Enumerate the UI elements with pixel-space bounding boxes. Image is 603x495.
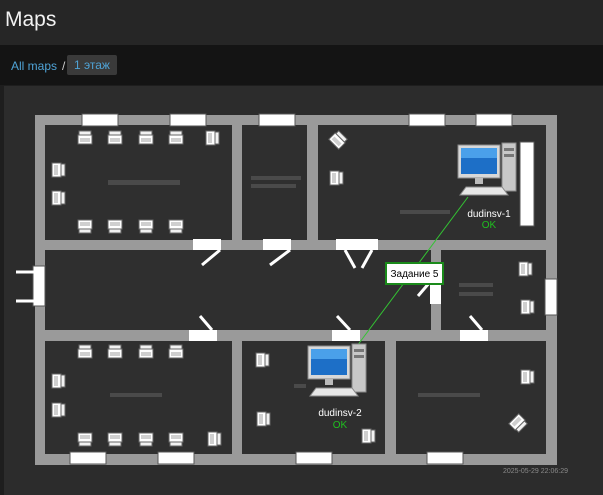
window [32,265,46,307]
room-label [294,384,306,388]
room-label [251,184,296,188]
room-label [108,180,180,185]
chair-icon [107,130,123,145]
chair-icon [205,130,220,146]
device-name-2: dudinsv-2 [318,408,362,419]
task-box[interactable]: Задание 5 [385,262,444,285]
chair-icon [168,432,184,447]
chair-icon [168,130,184,145]
chair-icon [329,170,344,186]
chair-icon [255,352,270,368]
chair-icon [138,344,154,359]
chair-icon [51,402,66,418]
room-label [459,283,493,287]
chair-icon [51,190,66,206]
room-label [251,176,301,180]
chair-icon [520,369,535,385]
chair-icon [256,411,271,427]
chair-icon [207,431,222,447]
chair-icon [168,219,184,234]
chair-icon [138,219,154,234]
room-top-small [242,125,307,240]
chair-icon [51,373,66,389]
entrance-door [16,270,34,303]
window [475,113,513,127]
map-timestamp: 2025-05-29 22:06:29 [503,468,568,475]
room-bottom-right [396,341,546,454]
computer-dudinsv-2[interactable] [307,343,367,397]
window [544,278,558,316]
chair-icon [138,432,154,447]
window [81,113,119,127]
chair-icon [138,130,154,145]
window [426,451,464,465]
chair-icon [51,162,66,178]
chair-icon [361,428,376,444]
window [408,113,446,127]
window [258,113,296,127]
task-label: Задание 5 [390,269,438,280]
chair-icon [107,432,123,447]
window [519,141,535,227]
floor-plan[interactable]: dudinsv-1 OK dudinsv-2 OK Задание 5 2025… [0,0,603,495]
window [295,451,333,465]
room-label [110,393,162,397]
room-label [400,210,450,214]
device-name-1: dudinsv-1 [467,209,511,220]
window [157,451,195,465]
corridor [45,250,431,330]
chair-icon [77,130,93,145]
chair-icon [77,344,93,359]
chair-icon [107,344,123,359]
device-status-1: OK [482,220,497,231]
chair-icon [77,219,93,234]
window [69,451,107,465]
chair-icon [77,432,93,447]
chair-icon [168,344,184,359]
chair-icon [518,261,533,277]
room-mid-right [441,250,546,330]
computer-dudinsv-1[interactable] [457,142,517,196]
window [169,113,207,127]
chair-icon [520,299,535,315]
device-status-2: OK [333,420,348,431]
room-label [418,393,480,397]
room-label [459,292,493,296]
chair-icon [107,219,123,234]
